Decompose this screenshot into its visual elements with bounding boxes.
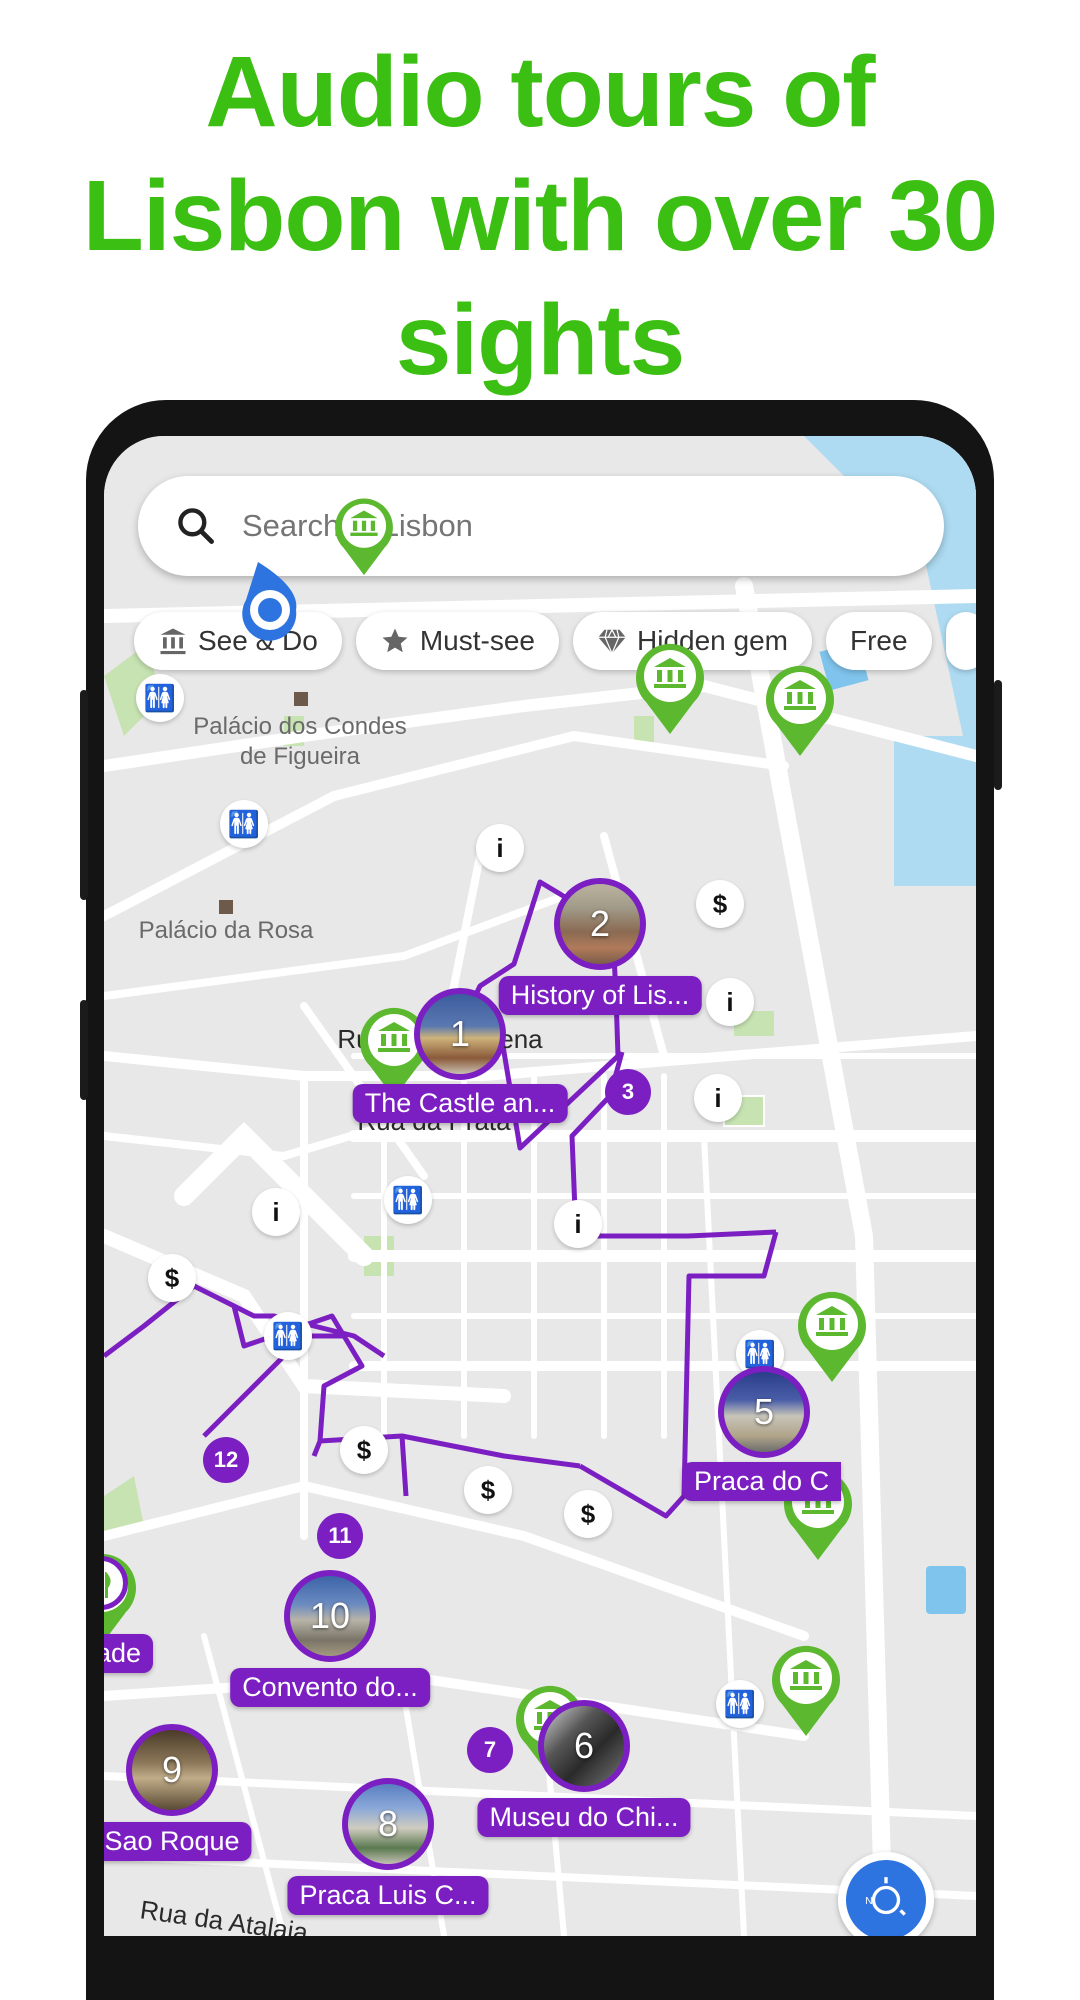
headline-line-3: sights: [395, 284, 685, 396]
toilet-icon: 🚻: [227, 808, 261, 839]
tour-stop-9[interactable]: 9: [126, 1724, 218, 1816]
tour-stop-10[interactable]: 10: [284, 1570, 376, 1662]
phone-power-button: [994, 680, 1002, 790]
svg-text:N: N: [865, 1896, 873, 1907]
chip-must-see[interactable]: Must-see: [355, 612, 560, 670]
dollar-icon: $: [580, 1498, 596, 1529]
dollar-icon: $: [356, 1434, 372, 1465]
toilet-icon: 🚻: [143, 682, 177, 713]
toilet-icon: 🚻: [723, 1688, 757, 1719]
tour-stop-label[interactable]: Museu do Chi...: [477, 1798, 691, 1837]
sight-pin[interactable]: [762, 662, 838, 758]
current-location-marker[interactable]: [238, 558, 304, 642]
chip-more[interactable]: [945, 612, 976, 670]
toilet-icon: 🚻: [271, 1320, 305, 1351]
headline-line-1: Audio tours of: [205, 36, 875, 148]
phone-side-button: [80, 1000, 88, 1100]
poi-atm[interactable]: $: [696, 880, 744, 928]
poi-toilet[interactable]: 🚻: [384, 1176, 432, 1224]
tour-stop-11[interactable]: 11: [317, 1513, 363, 1559]
sight-pin[interactable]: [794, 1288, 870, 1384]
poi-info[interactable]: i: [554, 1200, 602, 1248]
poi-toilet[interactable]: 🚻: [716, 1680, 764, 1728]
headline: Audio tours of Lisbon with over 30 sight…: [0, 30, 1080, 402]
tour-stop-7[interactable]: 7: [467, 1727, 513, 1773]
info-icon: i: [496, 832, 504, 863]
sight-pin[interactable]: [632, 640, 708, 736]
place-label-palacio-condes[interactable]: Palácio dos Condes de Figueira: [193, 712, 406, 772]
stop-number: 7: [483, 1737, 497, 1762]
stop-number: 10: [309, 1595, 351, 1636]
poi-atm[interactable]: $: [464, 1466, 512, 1514]
dollar-icon: $: [164, 1262, 180, 1293]
place-label-line: Palácio dos Condes: [193, 713, 407, 740]
search-input[interactable]: [240, 507, 844, 545]
tour-stop-label[interactable]: Praca do C: [682, 1462, 842, 1501]
stop-number: 8: [377, 1803, 399, 1844]
place-label-palacio-rosa[interactable]: Palácio da Rosa: [139, 916, 314, 946]
poi-atm[interactable]: $: [148, 1254, 196, 1302]
star-icon: [380, 626, 410, 656]
stop-number: 9: [161, 1749, 183, 1790]
phone-volume-button: [80, 690, 88, 900]
chip-label: Free: [850, 625, 908, 656]
app-screen: EN 6 Palácio dos Condes de Figueira Palá…: [104, 436, 976, 1936]
stop-number: 12: [213, 1447, 239, 1472]
chip-label: Must-see: [419, 625, 536, 656]
tour-stop-2[interactable]: 2: [554, 878, 646, 970]
poi-atm[interactable]: $: [340, 1426, 388, 1474]
stop-number: 3: [621, 1079, 635, 1104]
tour-stop-label[interactable]: Sao Roque: [104, 1822, 252, 1861]
toilet-icon: 🚻: [391, 1184, 425, 1215]
museum-icon: [158, 626, 188, 656]
tour-stop-label[interactable]: History of Lis...: [498, 976, 702, 1015]
poi-info[interactable]: i: [694, 1074, 742, 1122]
headline-line-2: Lisbon with over 30: [82, 160, 999, 272]
diamond-icon: [597, 626, 627, 656]
compass-icon: N: [846, 1860, 926, 1936]
stop-number: 2: [589, 903, 611, 944]
poi-info[interactable]: i: [252, 1188, 300, 1236]
tour-stop-label[interactable]: Convento do...: [230, 1668, 430, 1707]
stop-number: 1: [449, 1013, 471, 1054]
stop-number: 11: [328, 1523, 352, 1548]
poi-toilet[interactable]: 🚻: [264, 1312, 312, 1360]
tour-stop-12[interactable]: 12: [203, 1437, 249, 1483]
info-icon: i: [714, 1082, 722, 1113]
sight-pin[interactable]: [768, 1642, 844, 1738]
tour-stop-3[interactable]: 3: [605, 1069, 651, 1115]
info-icon: i: [574, 1208, 582, 1239]
tour-stop-1[interactable]: 1: [414, 988, 506, 1080]
tour-stop-label[interactable]: The Castle an...: [352, 1084, 568, 1123]
poi-toilet[interactable]: 🚻: [136, 674, 184, 722]
poi-info[interactable]: i: [706, 978, 754, 1026]
poi-info[interactable]: i: [476, 824, 524, 872]
sight-pin[interactable]: [332, 495, 397, 577]
tour-stop-8[interactable]: 8: [342, 1778, 434, 1870]
tour-stop-label[interactable]: Praca Luis C...: [287, 1876, 489, 1915]
chip-free[interactable]: Free: [826, 612, 932, 670]
place-label-line: de Figueira: [239, 743, 361, 770]
dollar-icon: $: [712, 888, 728, 919]
tour-stop-6[interactable]: 6: [538, 1700, 630, 1792]
toilet-icon: 🚻: [743, 1338, 777, 1369]
poi-atm[interactable]: $: [564, 1490, 612, 1538]
search-icon: [178, 508, 214, 544]
stop-number: 6: [573, 1725, 595, 1766]
tour-stop-5[interactable]: 5: [718, 1366, 810, 1458]
place-label-line: Palácio da Rosa: [138, 917, 314, 944]
dollar-icon: $: [480, 1474, 496, 1505]
info-icon: i: [272, 1196, 280, 1227]
poi-toilet[interactable]: 🚻: [220, 800, 268, 848]
info-icon: i: [726, 986, 734, 1017]
stop-number: 5: [753, 1391, 775, 1432]
tour-stop-label[interactable]: ade: [104, 1634, 154, 1673]
